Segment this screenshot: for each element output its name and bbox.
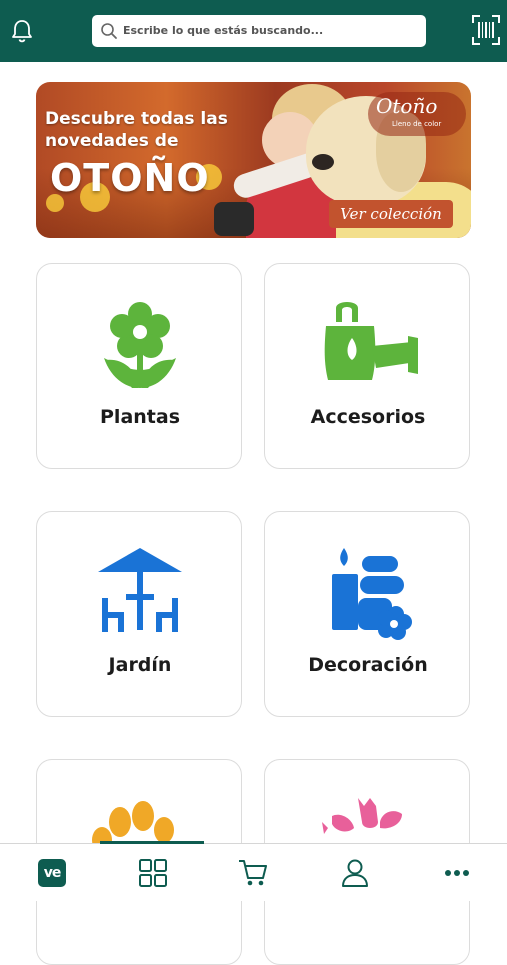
promo-banner[interactable]: Descubre todas las novedades de OTOÑO Ot…: [36, 82, 471, 238]
badge-subtitle: Lleno de color: [392, 120, 442, 128]
search-bar[interactable]: Escribe lo que estás buscando...: [92, 15, 426, 47]
badge-title: Otoño: [376, 94, 438, 118]
cart-icon[interactable]: [236, 856, 270, 890]
top-bar: Escribe lo que estás buscando...: [0, 0, 507, 62]
category-label: Accesorios: [310, 406, 426, 428]
garden-table-umbrella-icon: [98, 548, 182, 632]
category-label: Jardín: [108, 654, 172, 676]
flower-icon: [104, 302, 176, 388]
category-label: Plantas: [100, 406, 180, 428]
candle-stones-icon: [332, 548, 412, 640]
more-icon[interactable]: [440, 856, 474, 890]
category-card-plantas[interactable]: Plantas: [36, 263, 242, 469]
user-icon[interactable]: [338, 856, 372, 890]
categories-grid-icon[interactable]: [136, 856, 170, 890]
banner-highlight: OTOÑO: [50, 156, 210, 200]
search-placeholder[interactable]: Escribe lo que estás buscando...: [123, 15, 323, 47]
bottom-navigation: ve: [0, 841, 507, 901]
banner-headline: Descubre todas las novedades de: [45, 109, 228, 151]
active-tab-indicator: [100, 841, 204, 844]
bell-icon[interactable]: [10, 18, 34, 44]
barcode-scan-icon[interactable]: [472, 15, 500, 45]
category-card-accesorios[interactable]: Accesorios: [264, 263, 470, 469]
watering-can-icon: [324, 302, 418, 380]
binoculars: [214, 202, 254, 236]
category-label: Decoración: [308, 654, 428, 676]
view-collection-button[interactable]: Ver colección: [329, 200, 453, 228]
search-icon: [101, 23, 117, 39]
home-logo[interactable]: ve: [38, 859, 66, 887]
dog-nose: [312, 154, 334, 170]
category-card-decoracion[interactable]: Decoración: [264, 511, 470, 717]
category-card-jardin[interactable]: Jardín: [36, 511, 242, 717]
season-badge: Otoño Lleno de color: [368, 92, 466, 136]
